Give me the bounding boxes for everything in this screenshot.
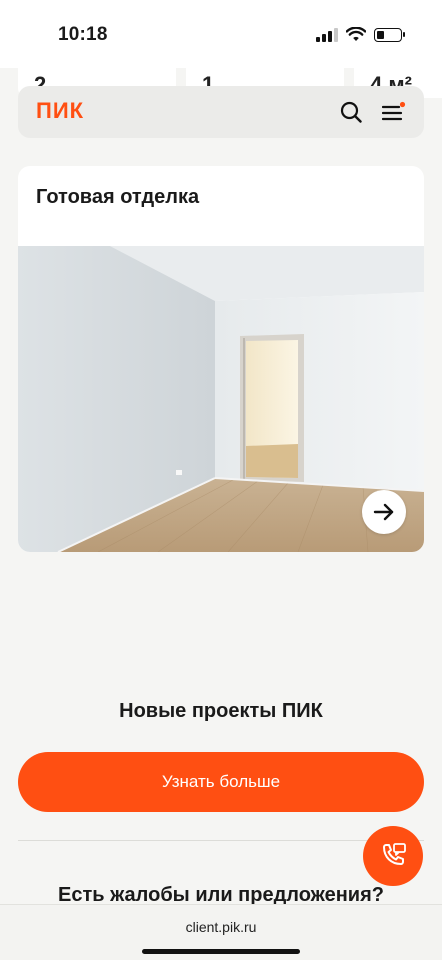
- call-button[interactable]: [363, 826, 423, 886]
- finishing-card[interactable]: Готовая отделка: [18, 166, 424, 552]
- url-text[interactable]: client.pik.ru: [0, 919, 442, 935]
- search-icon[interactable]: [340, 101, 362, 123]
- site-header: ПИК: [18, 86, 424, 138]
- card-title: Готовая отделка: [36, 186, 200, 208]
- battery-level: [377, 30, 384, 39]
- pik-logo[interactable]: ПИК: [36, 98, 84, 124]
- divider: [18, 840, 424, 841]
- learn-more-button[interactable]: Узнать больше: [18, 752, 424, 812]
- new-projects-title: Новые проекты ПИК: [119, 700, 323, 722]
- status-bar: 10:18: [0, 0, 442, 68]
- home-indicator[interactable]: [142, 949, 300, 954]
- phone-chat-icon: [383, 843, 406, 865]
- status-time: 10:18: [58, 24, 108, 45]
- cellular-signal-icon: [316, 27, 338, 42]
- battery-icon: [374, 27, 405, 42]
- arrow-right-icon: [373, 503, 394, 521]
- wifi-icon: [346, 27, 366, 41]
- status-icons: [316, 27, 405, 42]
- browser-url-bar[interactable]: client.pik.ru: [0, 904, 442, 960]
- next-slide-button[interactable]: [362, 490, 406, 534]
- menu-icon[interactable]: [382, 101, 406, 123]
